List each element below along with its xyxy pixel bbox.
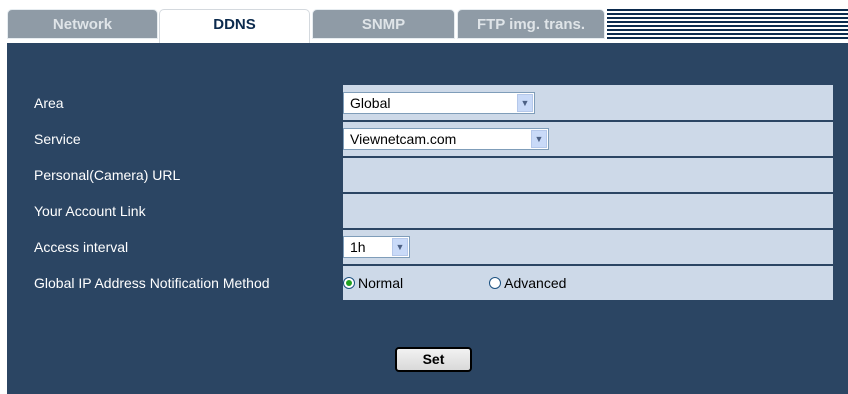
service-select[interactable]: Viewnetcam.com ▼ xyxy=(343,128,549,150)
account-link-label: Your Account Link xyxy=(34,193,342,230)
radio-normal[interactable]: Normal xyxy=(343,275,403,291)
settings-frame: Network DDNS SNMP FTP img. trans. Area G… xyxy=(7,9,848,394)
account-link-value xyxy=(341,193,833,230)
service-row: Service Viewnetcam.com ▼ xyxy=(34,121,833,158)
radio-normal-label: Normal xyxy=(358,275,404,291)
radio-selected-icon[interactable] xyxy=(343,277,355,289)
access-interval-select[interactable]: 1h ▼ xyxy=(343,236,410,258)
area-value-cell: Global ▼ xyxy=(341,85,833,122)
notification-method-row: Global IP Address Notification Method No… xyxy=(34,265,833,302)
chevron-down-icon[interactable]: ▼ xyxy=(392,238,408,256)
service-value-cell: Viewnetcam.com ▼ xyxy=(341,121,833,158)
area-select-value: Global xyxy=(350,94,391,111)
account-link-row: Your Account Link xyxy=(34,193,833,230)
chevron-down-icon[interactable]: ▼ xyxy=(517,93,533,112)
access-interval-label: Access interval xyxy=(34,229,342,266)
settings-table: Area Global ▼ Service Viewnetcam.com ▼ P… xyxy=(34,85,833,302)
notification-method-label: Global IP Address Notification Method xyxy=(34,265,342,302)
tab-network[interactable]: Network xyxy=(7,9,158,39)
area-row: Area Global ▼ xyxy=(34,85,833,122)
chevron-down-icon[interactable]: ▼ xyxy=(531,130,547,148)
service-select-value: Viewnetcam.com xyxy=(350,131,457,147)
service-label: Service xyxy=(34,121,342,158)
tab-ddns[interactable]: DDNS xyxy=(159,9,310,45)
access-interval-value-cell: 1h ▼ xyxy=(341,229,833,266)
area-label: Area xyxy=(34,85,342,122)
tab-strip: Network DDNS SNMP FTP img. trans. xyxy=(7,9,848,45)
personal-url-label: Personal(Camera) URL xyxy=(34,157,342,194)
tab-ftp-img-trans[interactable]: FTP img. trans. xyxy=(457,9,605,39)
notification-method-value-cell: Normal Advanced xyxy=(341,265,833,302)
personal-url-value xyxy=(341,157,833,194)
area-select[interactable]: Global ▼ xyxy=(343,91,535,114)
tab-snmp[interactable]: SNMP xyxy=(312,9,455,39)
set-button[interactable]: Set xyxy=(395,347,472,372)
notification-method-radio-group: Normal Advanced xyxy=(343,275,833,291)
ddns-settings-panel: Area Global ▼ Service Viewnetcam.com ▼ P… xyxy=(7,43,848,394)
radio-advanced[interactable]: Advanced xyxy=(489,275,566,291)
access-interval-row: Access interval 1h ▼ xyxy=(34,229,833,266)
radio-unselected-icon[interactable] xyxy=(489,277,502,289)
radio-advanced-label: Advanced xyxy=(504,275,567,291)
access-interval-select-value: 1h xyxy=(350,239,366,255)
tab-strip-decoration xyxy=(607,9,848,39)
personal-url-row: Personal(Camera) URL xyxy=(34,157,833,194)
